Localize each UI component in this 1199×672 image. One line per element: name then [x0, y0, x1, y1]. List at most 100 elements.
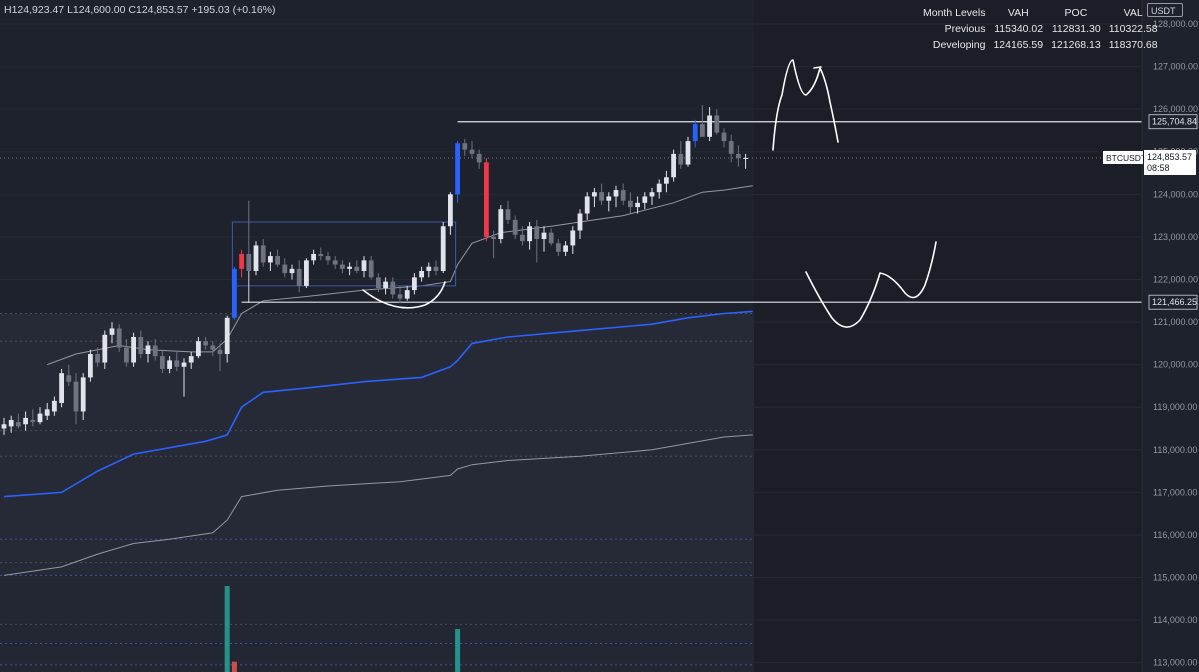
- levels-cell-vah: 115340.02: [994, 23, 1044, 35]
- candle-body: [52, 400, 57, 412]
- candle-body: [419, 270, 424, 278]
- candle-body: [671, 153, 676, 178]
- ohlc-close: C124,853.57: [128, 4, 189, 16]
- levels-cell-val: 110322.58: [1108, 23, 1158, 35]
- candle-body: [246, 253, 252, 271]
- y-tick-label: 119,000.00: [1153, 402, 1197, 412]
- candle-body: [30, 420, 36, 423]
- candle-body: [311, 253, 316, 261]
- levels-cell-poc: 121268.13: [1051, 39, 1101, 51]
- candle-body: [275, 256, 280, 265]
- candle-body: [556, 243, 561, 252]
- y-tick-label: 124,000.00: [1153, 189, 1198, 199]
- candle-body: [743, 157, 748, 159]
- y-tick-label: 113,000.00: [1153, 658, 1197, 668]
- candle-body: [390, 281, 396, 295]
- candle: [498, 204, 504, 244]
- candle-body: [462, 143, 468, 150]
- candle-body: [253, 245, 259, 271]
- candle-body: [448, 194, 453, 227]
- candle-body: [354, 266, 360, 271]
- y-tick-label: 121,000.00: [1153, 317, 1198, 327]
- candle-body: [23, 417, 28, 425]
- candle: [671, 149, 676, 182]
- candle-body: [620, 190, 626, 201]
- price-chart[interactable]: 113,000.00 114,000.00 115,000.00 116,000.00…: [0, 0, 1199, 672]
- candle-body: [203, 341, 208, 346]
- value-area: [0, 313, 754, 576]
- y-tick-label: 123,000.00: [1153, 232, 1198, 242]
- candle: [59, 368, 64, 408]
- candle: [484, 158, 489, 242]
- candle-body: [656, 183, 662, 193]
- candle-body: [296, 268, 302, 286]
- candle-body: [520, 234, 525, 242]
- candle: [455, 141, 460, 203]
- candle: [232, 266, 237, 320]
- candle-body: [44, 409, 50, 416]
- candle-body: [678, 153, 684, 165]
- levels-col-poc: POC: [1064, 7, 1088, 19]
- candle-body: [16, 422, 21, 427]
- candle-body: [728, 141, 734, 154]
- candle: [685, 136, 691, 167]
- candle-body: [491, 236, 496, 240]
- candle-body: [584, 196, 590, 214]
- candle-body: [325, 256, 331, 261]
- candle-body: [368, 260, 374, 278]
- currency-badge[interactable]: USDT: [1147, 3, 1183, 17]
- candle-body: [613, 190, 619, 197]
- candle-body: [426, 266, 432, 271]
- levels-header-row: Month Levels VAH POC VAL: [919, 5, 1162, 21]
- y-tick-label: 122,000.00: [1153, 274, 1198, 284]
- candle-body: [714, 115, 720, 133]
- last-price-tag: 124,853.57: [1147, 152, 1192, 162]
- candle-body: [80, 377, 86, 412]
- candle-body: [131, 336, 136, 363]
- ohlc-high: H124,923.47: [4, 4, 65, 16]
- y-tick-label: 117,000.00: [1153, 487, 1197, 497]
- candle: [440, 222, 446, 274]
- candle-body: [700, 124, 705, 137]
- candle-body: [217, 349, 223, 354]
- candle-body: [707, 115, 712, 137]
- candle-body: [289, 268, 295, 274]
- candle-body: [736, 153, 741, 159]
- candle-body: [440, 226, 446, 271]
- candle-body: [649, 192, 655, 197]
- candle-body: [599, 192, 604, 201]
- candle-body: [174, 360, 180, 367]
- countdown-tag: 08:58: [1147, 163, 1170, 173]
- levels-col-vah: VAH: [1007, 7, 1029, 19]
- resistance-price-tag: 125,704.84: [1152, 117, 1197, 127]
- candle-body: [664, 177, 669, 184]
- candle-body: [476, 153, 482, 163]
- ohlc-low: L124,600.00: [67, 4, 126, 16]
- candle-body: [397, 294, 403, 299]
- levels-cell-val: 118370.68: [1108, 39, 1158, 51]
- y-tick-label: 116,000.00: [1153, 530, 1197, 540]
- candle-body: [606, 196, 612, 201]
- price-axis: [1142, 0, 1199, 672]
- ohlc-header: H124,923.47 L124,600.00 C124,853.57 +195…: [4, 4, 276, 16]
- candle: [253, 241, 259, 276]
- candle-body: [181, 362, 187, 367]
- levels-row-label: Previous: [944, 23, 986, 35]
- y-tick-label: 127,000.00: [1153, 62, 1198, 72]
- candle: [131, 332, 136, 367]
- candle-body: [484, 162, 489, 237]
- y-tick-label: 115,000.00: [1153, 573, 1197, 583]
- candle-body: [332, 260, 338, 265]
- chart-area[interactable]: 113,000.00 114,000.00 115,000.00 116,000.00…: [0, 0, 1199, 672]
- candle-body: [232, 268, 237, 318]
- volume-panel: [0, 575, 754, 672]
- candle-body: [469, 149, 475, 154]
- candle-body: [8, 420, 14, 427]
- candle-body: [37, 413, 43, 423]
- candle-body: [224, 317, 230, 354]
- candle: [88, 349, 93, 382]
- candle-body: [527, 226, 532, 242]
- candle-body: [66, 375, 72, 382]
- candle-body: [304, 260, 309, 286]
- levels-row-developing: Developing 124165.59 121268.13 118370.68: [919, 37, 1162, 53]
